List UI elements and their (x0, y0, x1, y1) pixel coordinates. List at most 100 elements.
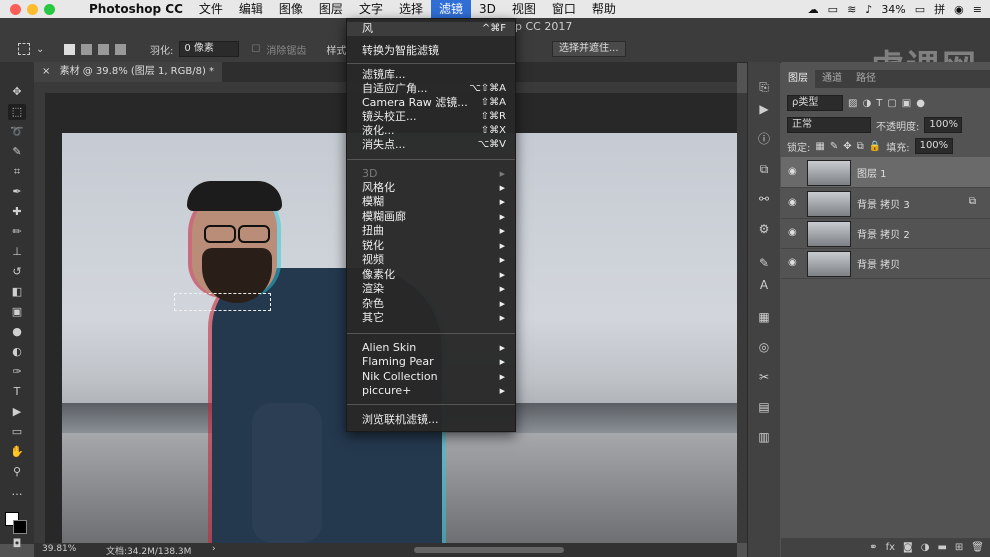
brush-tool-icon[interactable]: ✏ (8, 224, 26, 240)
lock-pixels-icon[interactable]: ✎ (830, 141, 838, 152)
actions-play-icon[interactable]: ▶ (757, 102, 771, 116)
pixel-filter-icon[interactable]: ▨ (848, 98, 857, 109)
info-panel-icon[interactable]: ⓘ (757, 132, 771, 146)
marquee-selection[interactable] (174, 293, 271, 311)
menu-3d[interactable]: 3D (471, 0, 504, 18)
close-tab-icon[interactable]: × (42, 66, 50, 77)
link-icon[interactable]: ⚭ (869, 542, 877, 553)
add-selection-icon[interactable] (81, 43, 93, 55)
layer-row[interactable]: ◉ 图层 1 (781, 157, 990, 188)
menu-file[interactable]: 文件 (191, 0, 231, 18)
select-and-mask-button[interactable]: 选择并遮住... (552, 41, 626, 57)
eye-icon[interactable]: ◉ (788, 197, 797, 208)
type-tool-icon[interactable]: T (8, 384, 26, 400)
blur-tool-icon[interactable]: ● (8, 324, 26, 340)
menu-help[interactable]: 帮助 (584, 0, 624, 18)
type-filter-icon[interactable]: T (876, 98, 882, 109)
properties-panel-icon[interactable]: ⧉ (757, 162, 771, 176)
move-tool-icon[interactable]: ✥ (8, 84, 26, 100)
adjustment-icon[interactable]: ◑ (921, 542, 930, 553)
siri-icon[interactable]: ◉ (954, 3, 964, 16)
fill-input[interactable]: 100% (914, 138, 953, 154)
feather-input[interactable]: 0 像素 (179, 41, 240, 57)
adjustments-panel-icon[interactable]: ⚯ (757, 192, 771, 206)
lasso-tool-icon[interactable]: ➰ (8, 124, 26, 140)
lock-all-icon[interactable]: 🔒 (869, 141, 881, 152)
menu-type[interactable]: 文字 (351, 0, 391, 18)
menu-item-blur[interactable]: 模糊 ▶ (347, 195, 515, 209)
tab-channels[interactable]: 通道 (815, 70, 849, 88)
layer-row[interactable]: ◉ 背景 拷贝 (781, 248, 990, 279)
menu-filter[interactable]: 滤镜 (430, 0, 471, 18)
gradient-tool-icon[interactable]: ▣ (8, 304, 26, 320)
menu-item-convert-smart-filter[interactable]: 转换为智能滤镜 (347, 44, 515, 58)
opacity-input[interactable]: 100% (924, 117, 963, 133)
adjust-filter-icon[interactable]: ◑ (862, 98, 871, 109)
mask-icon[interactable]: ◙ (903, 542, 913, 553)
tab-paths[interactable]: 路径 (849, 70, 883, 88)
menu-select[interactable]: 选择 (391, 0, 431, 18)
tab-layers[interactable]: 图层 (781, 70, 815, 88)
menu-item-noise[interactable]: 杂色 ▶ (347, 297, 515, 311)
more-tools-icon[interactable]: … (8, 484, 26, 500)
antialias-checkbox[interactable]: ☐ (251, 44, 260, 55)
menu-layer[interactable]: 图层 (311, 0, 351, 18)
menu-item-stylize[interactable]: 风格化 ▶ (347, 181, 515, 195)
menu-item-vanishing-point[interactable]: 消失点... ⌥⌘V (347, 138, 515, 152)
background-color-swatch[interactable] (13, 520, 27, 534)
horizontal-scrollbar[interactable] (414, 547, 564, 553)
menu-view[interactable]: 视图 (504, 0, 544, 18)
lock-position-icon[interactable]: ✥ (843, 141, 851, 152)
trash-icon[interactable]: 🗑 (971, 542, 984, 553)
app-menu[interactable]: Photoshop CC (81, 0, 191, 18)
battery-percent[interactable]: 34% (881, 3, 905, 16)
zoom-tool-icon[interactable]: ⚲ (8, 464, 26, 480)
history-panel-icon[interactable]: ⎘ (757, 80, 771, 94)
fx-icon[interactable]: fx (886, 542, 895, 553)
battery-icon[interactable]: ▭ (915, 3, 925, 16)
menu-item-alien-skin[interactable]: Alien Skin ▶ (347, 341, 515, 355)
menu-item-video[interactable]: 视频 ▶ (347, 253, 515, 267)
layer-name[interactable]: 背景 拷贝 (857, 256, 900, 271)
new-layer-icon[interactable]: ⊞ (955, 542, 963, 553)
menu-item-filter-gallery[interactable]: 滤镜库... (347, 68, 515, 82)
menu-item-adaptive-wide-angle[interactable]: 自适应广角... ⌥⇧⌘A (347, 82, 515, 96)
vertical-scrollbar[interactable] (737, 93, 747, 543)
hand-tool-icon[interactable]: ✋ (8, 444, 26, 460)
libraries-panel-icon[interactable]: ▤ (757, 400, 771, 414)
minimize-window-button[interactable] (27, 3, 38, 15)
menu-item-other[interactable]: 其它 ▶ (347, 311, 515, 325)
creative-cloud-icon[interactable]: ☁ (808, 3, 819, 16)
layer-kind-select[interactable]: ρ类型 (787, 95, 843, 111)
layer-name[interactable]: 背景 拷贝 3 (857, 196, 910, 211)
menu-window[interactable]: 窗口 (544, 0, 584, 18)
input-source-icon[interactable]: 拼 (934, 1, 945, 17)
layer-row[interactable]: ◉ 背景 拷贝 3 ⧉ (781, 188, 990, 219)
layer-row[interactable]: ◉ 背景 拷贝 2 (781, 218, 990, 249)
menu-item-nik-collection[interactable]: Nik Collection ▶ (347, 370, 515, 384)
path-select-tool-icon[interactable]: ▶ (8, 404, 26, 420)
control-center-icon[interactable]: ≡ (973, 3, 982, 16)
menu-item-liquify[interactable]: 液化... ⇧⌘X (347, 124, 515, 138)
document-tab[interactable]: × 素材 @ 39.8% (图层 1, RGB/8) * (34, 62, 223, 82)
tools-preset-icon[interactable]: ✂ (757, 370, 771, 384)
eye-icon[interactable]: ◉ (788, 227, 797, 238)
healing-brush-tool-icon[interactable]: ✚ (8, 204, 26, 220)
eye-icon[interactable]: ◉ (788, 257, 797, 268)
marquee-preset-icon[interactable] (18, 43, 30, 55)
eye-icon[interactable]: ◉ (788, 166, 797, 177)
quick-mask-icon[interactable]: ◘ (8, 536, 26, 552)
blend-mode-select[interactable]: 正常 (787, 117, 871, 133)
smart-filter-icon[interactable]: ▣ (902, 98, 911, 109)
eyedropper-tool-icon[interactable]: ✒ (8, 184, 26, 200)
screen-icon[interactable]: ▭ (828, 3, 838, 16)
quick-select-tool-icon[interactable]: ✎ (8, 144, 26, 160)
close-window-button[interactable] (10, 3, 21, 15)
new-selection-icon[interactable] (64, 43, 76, 55)
character-panel-icon[interactable]: A (757, 278, 771, 292)
clone-stamp-tool-icon[interactable]: ⊥ (8, 244, 26, 260)
brush-panel-icon[interactable]: ✎ (757, 256, 771, 270)
history-brush-tool-icon[interactable]: ↺ (8, 264, 26, 280)
rectangle-tool-icon[interactable]: ▭ (8, 424, 26, 440)
lock-transparent-icon[interactable]: ▦ (815, 141, 824, 152)
